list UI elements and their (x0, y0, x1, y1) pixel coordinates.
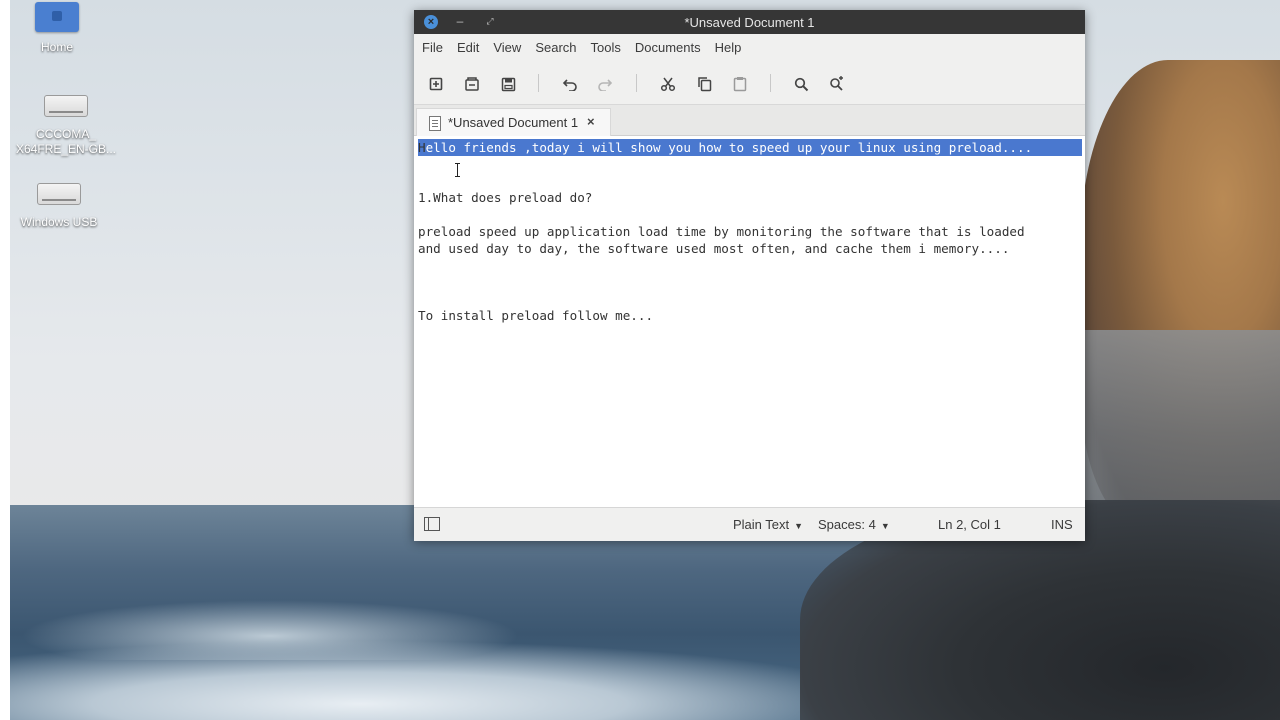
menu-view[interactable]: View (486, 34, 528, 62)
desktop-icon-windows-usb[interactable]: Windows USB (4, 183, 114, 230)
wallpaper-wave (0, 640, 900, 720)
toolbar-separator (636, 74, 637, 92)
new-document-button[interactable] (426, 74, 446, 94)
find-replace-button[interactable] (827, 74, 847, 94)
copy-icon (697, 77, 711, 92)
cursor-position: Ln 2, Col 1 (938, 517, 1001, 532)
paste-button[interactable] (730, 74, 750, 94)
status-bar: Plain Text ▼ Spaces: 4 ▼ Ln 2, Col 1 INS (414, 507, 1085, 541)
insert-mode: INS (1051, 517, 1073, 532)
new-document-icon (429, 77, 443, 91)
toolbar-separator (770, 74, 771, 92)
menu-help[interactable]: Help (708, 34, 749, 62)
editor-line-6: and used day to day, the software used m… (418, 241, 1010, 256)
open-document-button[interactable] (462, 74, 482, 94)
redo-icon (598, 79, 613, 91)
menu-documents[interactable]: Documents (628, 34, 708, 62)
text-cursor-icon (455, 163, 460, 177)
toolbar (414, 62, 1085, 105)
window-title: *Unsaved Document 1 (684, 15, 815, 30)
desktop-icon-label: CCCOMA_ (35, 127, 96, 141)
save-document-button[interactable] (498, 74, 518, 94)
toolbar-separator (538, 74, 539, 92)
tab-unsaved-document-1[interactable]: *Unsaved Document 1 × (416, 108, 611, 136)
menu-search[interactable]: Search (528, 34, 583, 62)
language-selector[interactable]: Plain Text ▼ (733, 517, 803, 532)
undo-icon (562, 79, 577, 91)
redo-button[interactable] (595, 74, 615, 94)
side-panel-toggle-icon[interactable] (424, 517, 440, 531)
wallpaper-edge (0, 0, 10, 720)
cut-icon (660, 77, 676, 92)
chevron-down-icon: ▼ (794, 521, 804, 531)
desktop-icon-label: Home (40, 40, 73, 54)
cut-button[interactable] (658, 74, 678, 94)
text-editor-area[interactable]: Hello friends ,today i will show you how… (414, 136, 1085, 506)
drive-icon (44, 95, 88, 117)
menu-tools[interactable]: Tools (584, 34, 628, 62)
editor-line-5: preload speed up application load time b… (418, 224, 1025, 239)
paste-icon (733, 77, 747, 92)
tab-label: *Unsaved Document 1 (448, 115, 579, 130)
copy-button[interactable] (694, 74, 714, 94)
search-icon (794, 77, 808, 91)
drive-icon (37, 183, 81, 205)
save-icon (501, 77, 515, 91)
editor-line-1: Hello friends ,today i will show you how… (418, 139, 1032, 156)
find-button[interactable] (791, 74, 811, 94)
editor-line-3: 1.What does preload do? (418, 190, 593, 205)
editor-line-10: To install preload follow me... (418, 308, 654, 323)
text-editor-window: × – ⤢ *Unsaved Document 1 File Edit View Se… (414, 10, 1085, 541)
language-label: Plain Text (733, 517, 790, 532)
menu-file[interactable]: File (414, 34, 450, 62)
open-document-icon (465, 77, 479, 91)
find-replace-icon (830, 76, 843, 91)
document-icon (429, 116, 441, 131)
selected-text: ello friends ,today i will show you how … (425, 140, 1033, 155)
chevron-down-icon: ▼ (880, 521, 890, 531)
document-tab-bar: *Unsaved Document 1 × (414, 105, 1085, 136)
spaces-selector[interactable]: Spaces: 4 ▼ (818, 517, 890, 532)
desktop-icon-cccoma[interactable]: CCCOMA_ X64FRE_EN-GB... (11, 95, 121, 157)
spaces-label: Spaces: 4 (818, 517, 876, 532)
folder-icon (35, 2, 79, 32)
tab-close-button[interactable]: × (587, 114, 595, 129)
menu-bar: File Edit View Search Tools Documents Help (414, 34, 1085, 62)
desktop-icon-home[interactable]: Home (2, 2, 112, 55)
menu-edit[interactable]: Edit (450, 34, 486, 62)
desktop-icon-label: Windows USB (20, 215, 98, 229)
editor-text: H (418, 140, 426, 155)
title-bar[interactable]: × – ⤢ *Unsaved Document 1 (414, 10, 1085, 34)
undo-button[interactable] (560, 74, 580, 94)
desktop-icon-label: X64FRE_EN-GB... (15, 142, 117, 156)
